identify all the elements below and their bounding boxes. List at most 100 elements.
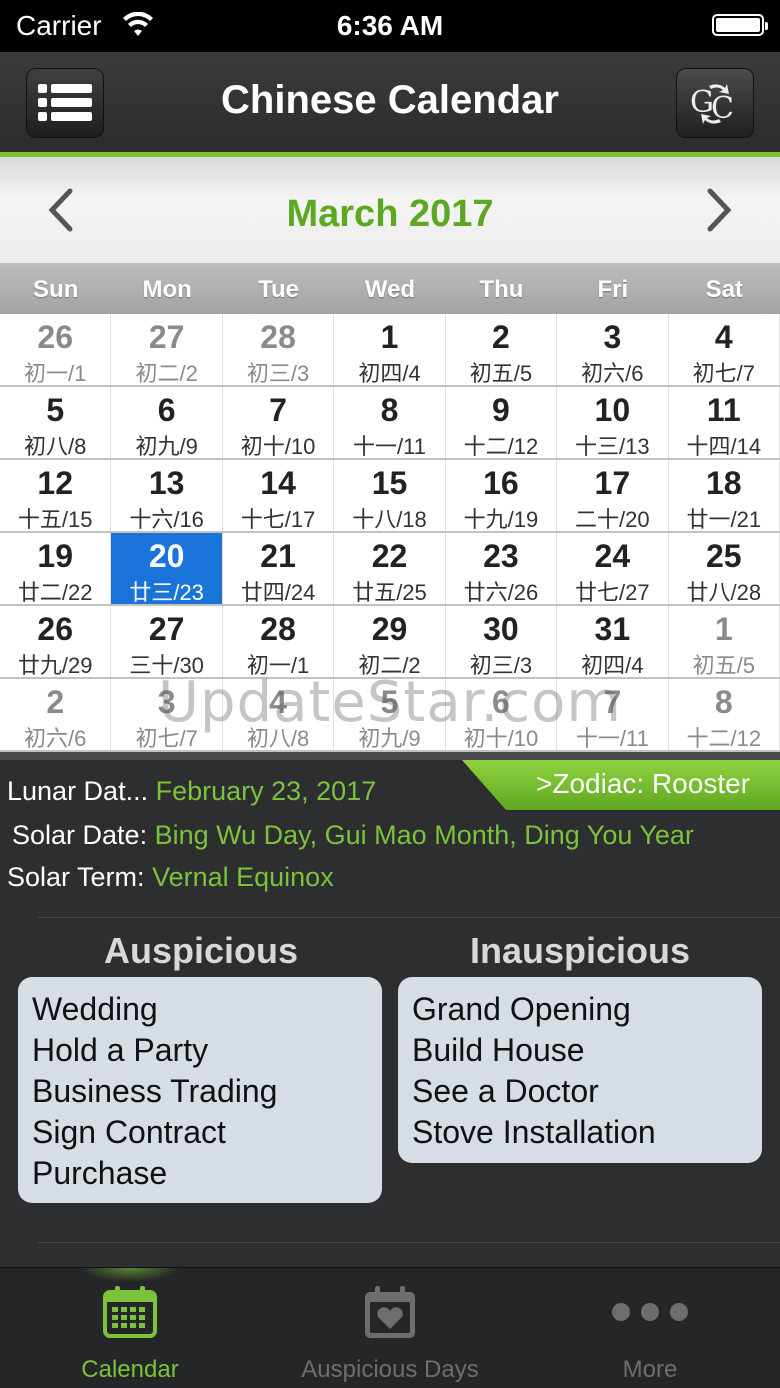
calendar-day[interactable]: 11 十四/14	[669, 387, 780, 459]
day-number: 11	[706, 392, 741, 428]
tab-more[interactable]: More	[520, 1268, 780, 1388]
lunar-day-label: 初四/4	[358, 361, 421, 386]
tab-auspicious-days[interactable]: Auspicious Days	[260, 1268, 520, 1388]
inauspicious-list: Grand Opening Build House See a Doctor Stov…	[398, 977, 762, 1163]
calendar-day[interactable]: 15 十八/18	[334, 460, 446, 532]
calendar-day[interactable]: 27 三十/30	[111, 606, 223, 678]
calendar-day[interactable]: 6 初十/10	[446, 679, 558, 751]
calendar-day[interactable]: 1 初四/4	[334, 314, 446, 386]
day-number: 3	[157, 684, 176, 720]
day-number: 3	[603, 319, 622, 355]
calendar-day[interactable]: 6 初九/9	[111, 387, 223, 459]
inauspicious-item: Build House	[412, 1032, 585, 1068]
lunar-day-label: 廿九/29	[17, 653, 93, 678]
lunar-day-label: 三十/30	[129, 653, 204, 678]
day-number: 12	[37, 465, 73, 501]
calendar-day[interactable]: 14 十七/17	[223, 460, 335, 532]
day-number: 7	[269, 392, 287, 428]
more-dots-icon	[612, 1303, 688, 1321]
day-number: 4	[269, 684, 287, 720]
calendar-day[interactable]: 19 廿二/22	[0, 533, 112, 605]
calendar-day[interactable]: 23 廿六/26	[446, 533, 558, 605]
day-number: 9	[492, 392, 510, 428]
tab-calendar[interactable]: Calendar	[0, 1268, 260, 1388]
chevron-right-icon[interactable]	[700, 185, 740, 235]
day-number: 16	[483, 465, 519, 501]
calendar-day[interactable]: 21 廿四/24	[223, 533, 335, 605]
day-number: 21	[260, 538, 296, 574]
lunar-day-label: 十九/19	[463, 507, 539, 532]
calendar-day[interactable]: 5 初九/9	[334, 679, 446, 751]
tab-label: Auspicious Days	[301, 1356, 479, 1383]
calendar-day[interactable]: 30 初三/3	[446, 606, 558, 678]
calendar-day-selected[interactable]: 20 廿三/23	[111, 533, 223, 605]
tab-label: Calendar	[81, 1356, 179, 1383]
calendar-day[interactable]: 26 廿九/29	[0, 606, 112, 678]
tab-label: More	[622, 1356, 678, 1383]
calendar-day[interactable]: 7 十一/11	[557, 679, 669, 751]
calendar-day[interactable]: 10 十三/13	[557, 387, 669, 459]
calendar-day[interactable]: 2 初五/5	[446, 314, 558, 386]
calendar-day[interactable]: 4 初七/7	[669, 314, 780, 386]
lunar-day-label: 初七/7	[135, 726, 198, 751]
day-number: 24	[594, 538, 631, 574]
lunar-date-row: Lunar Dat... February 23, 2017	[7, 776, 376, 807]
calendar-day[interactable]: 27 初二/2	[111, 314, 223, 386]
status-bar: Carrier 6:36 AM	[0, 0, 780, 52]
lunar-day-label: 初一/1	[24, 361, 87, 386]
section-divider	[38, 917, 780, 918]
calendar-grid: 26 初一/1 27 初二/2 28 初三/3 1 初四/4 2 初五/5 3 初六/6 4 初七/7 5 初…	[0, 314, 780, 752]
day-number: 15	[371, 465, 408, 501]
lunar-day-label: 初八/8	[24, 434, 87, 459]
calendar-day[interactable]: 28 初三/3	[223, 314, 335, 386]
calendar-day[interactable]: 9 十二/12	[446, 387, 558, 459]
calendar-day[interactable]: 26 初一/1	[0, 314, 112, 386]
lunar-day-label: 初九/9	[135, 434, 198, 459]
day-info-panel: >Zodiac: Rooster Lunar Dat... February 2…	[0, 752, 780, 1267]
day-number: 1	[380, 319, 399, 355]
lunar-day-label: 初五/5	[692, 653, 755, 678]
lunar-day-label: 廿三/23	[129, 580, 204, 605]
lunar-day-label: 廿六/26	[463, 580, 539, 605]
calendar-day[interactable]: 29 初二/2	[334, 606, 446, 678]
day-number: 8	[714, 684, 733, 720]
calendar-day[interactable]: 17 二十/20	[557, 460, 669, 532]
weekday-sun: Sun	[33, 276, 79, 303]
calendar-day[interactable]: 4 初八/8	[223, 679, 335, 751]
zodiac-badge[interactable]: >Zodiac: Rooster	[462, 760, 780, 810]
day-number: 28	[260, 319, 296, 355]
calendar-day[interactable]: 3 初七/7	[111, 679, 223, 751]
calendar-day[interactable]: 5 初八/8	[0, 387, 112, 459]
lunar-day-label: 十二/12	[686, 726, 762, 751]
calendar-day[interactable]: 18 廿一/21	[669, 460, 780, 532]
calendar-day[interactable]: 31 初四/4	[557, 606, 669, 678]
calendar-icon	[103, 1286, 157, 1338]
calendar-week-row: 12 十五/15 13 十六/16 14 十七/17 15 十八/18 16 十九/19 17 二十/…	[0, 460, 780, 533]
day-number: 27	[148, 319, 185, 355]
calendar-day[interactable]: 1 初五/5	[669, 606, 780, 678]
day-number: 20	[148, 538, 185, 574]
day-number: 6	[492, 684, 510, 720]
calendar-week-row: 2 初六/6 3 初七/7 4 初八/8 5 初九/9 6 初十/10 7 十一/11 8 十二/12	[0, 679, 780, 752]
calendar-day[interactable]: 16 十九/19	[446, 460, 558, 532]
calendar-day[interactable]: 3 初六/6	[557, 314, 669, 386]
lunar-day-label: 初九/9	[358, 726, 421, 751]
calendar-day[interactable]: 24 廿七/27	[557, 533, 669, 605]
day-number: 14	[260, 465, 296, 501]
calendar-day[interactable]: 28 初一/1	[223, 606, 335, 678]
calendar-day[interactable]: 2 初六/6	[0, 679, 112, 751]
convert-button[interactable]: G C	[676, 68, 754, 138]
lunar-day-label: 十一/11	[575, 726, 649, 751]
calendar-day[interactable]: 25 廿八/28	[669, 533, 780, 605]
calendar-day[interactable]: 22 廿五/25	[334, 533, 446, 605]
lunar-day-label: 初二/2	[135, 361, 198, 386]
calendar-day[interactable]: 8 十二/12	[669, 679, 780, 751]
calendar-day[interactable]: 13 十六/16	[111, 460, 223, 532]
weekday-mon: Mon	[142, 276, 192, 303]
lunar-day-label: 十一/11	[353, 434, 426, 459]
calendar-day[interactable]: 12 十五/15	[0, 460, 112, 532]
weekday-thu: Thu	[479, 276, 524, 303]
calendar-week-row: 26 廿九/29 27 三十/30 28 初一/1 29 初二/2 30 初三/3 31 初四/4 1 初…	[0, 606, 780, 679]
calendar-day[interactable]: 7 初十/10	[223, 387, 335, 459]
calendar-day[interactable]: 8 十一/11	[334, 387, 446, 459]
